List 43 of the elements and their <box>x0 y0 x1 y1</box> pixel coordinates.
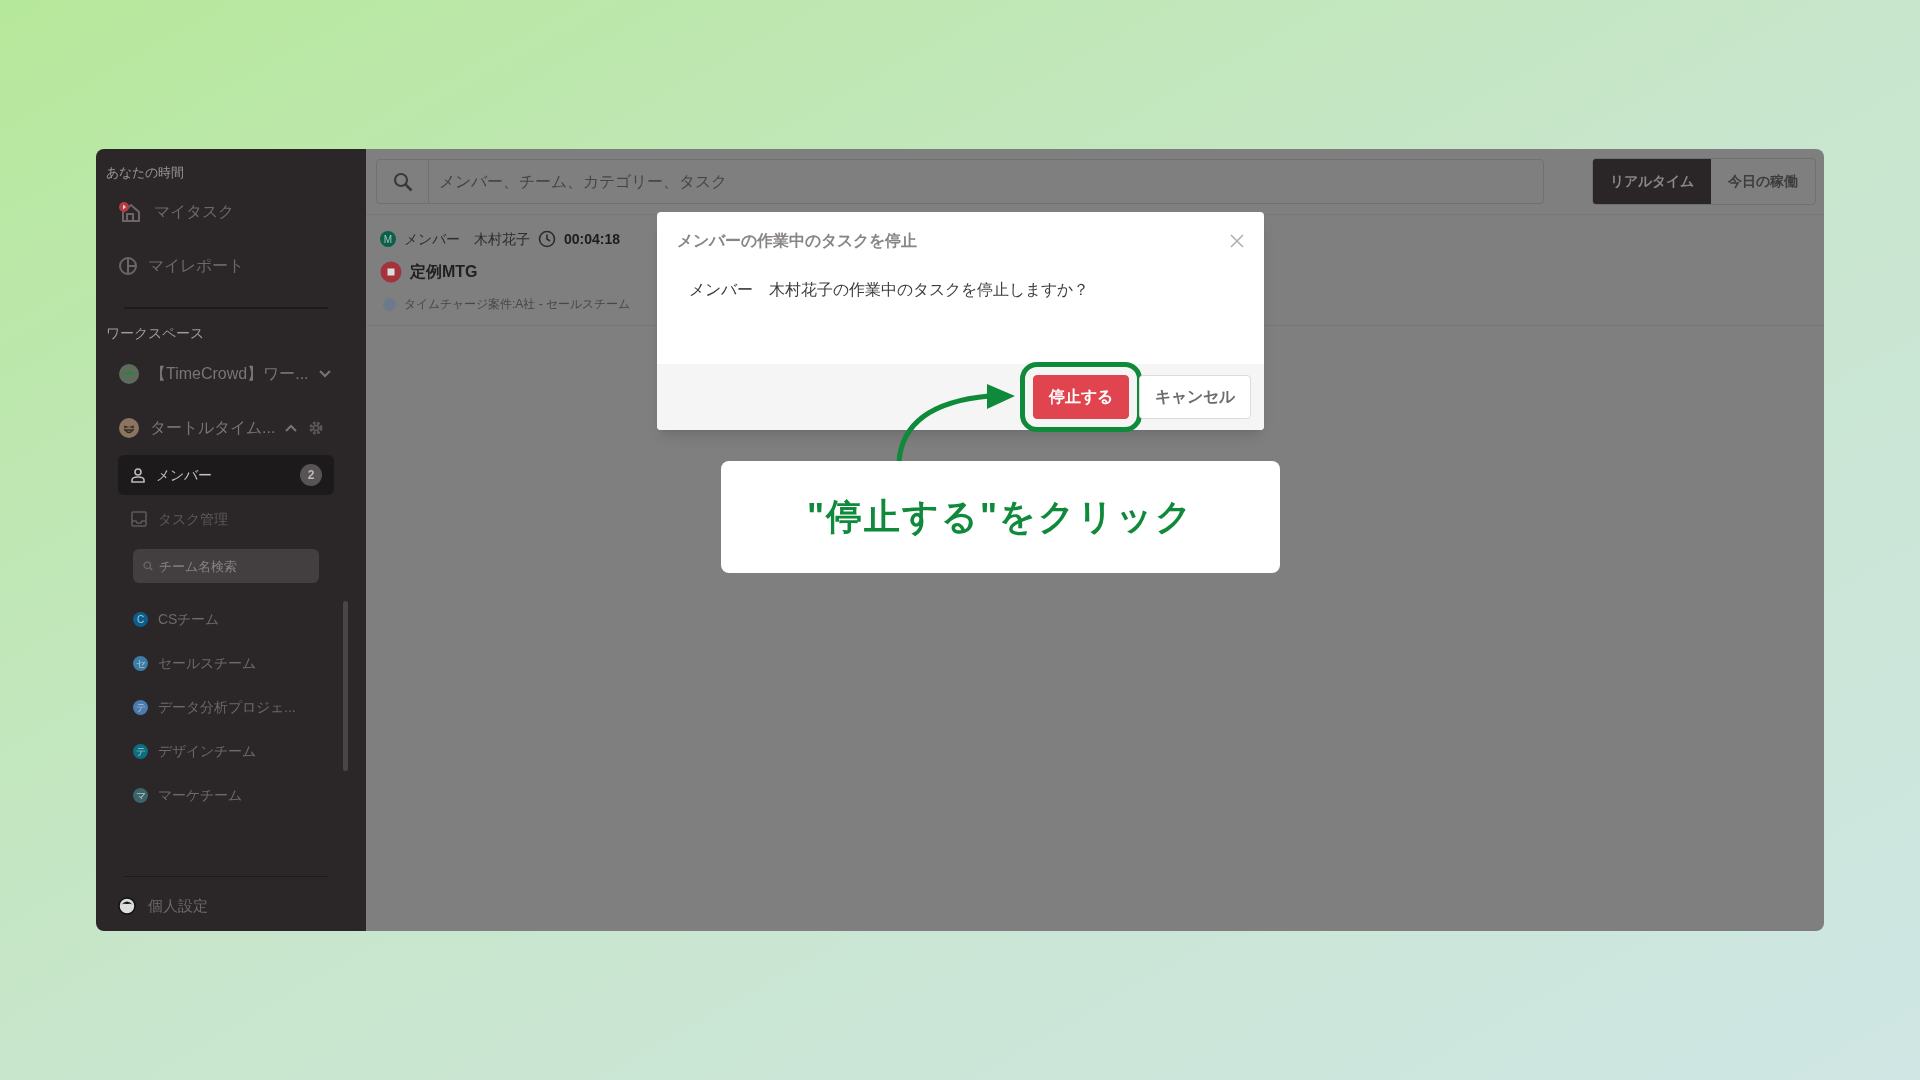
task-name: 定例MTG <box>410 262 478 282</box>
pie-chart-icon <box>118 256 138 276</box>
team-link[interactable]: C CSチーム <box>133 597 346 641</box>
callout-text: "停止する"をクリック <box>806 495 1195 539</box>
chevron-down-icon[interactable] <box>318 370 331 378</box>
nav-link[interactable]: マイレポート <box>106 239 346 293</box>
nav-link[interactable]: マイタスク <box>106 185 346 239</box>
scrollbar[interactable] <box>343 601 348 771</box>
inbox-icon <box>130 510 148 528</box>
search-icon <box>143 559 153 573</box>
team-avatar: セ <box>133 655 148 671</box>
team-link[interactable]: テ デザインチーム <box>133 729 346 773</box>
team-avatar: C <box>133 611 148 627</box>
dialog-message: メンバー 木村花子の作業中のタスクを停止しますか？ <box>689 280 1090 300</box>
section-title: あなたの時間 <box>106 164 185 182</box>
member-name: メンバー 木村花子 <box>404 229 530 249</box>
count-badge: 2 <box>300 464 322 486</box>
chevron-up-icon[interactable] <box>285 424 298 432</box>
team-avatar: マ <box>133 787 148 803</box>
cancel-button[interactable]: キャンセル <box>1139 375 1251 419</box>
personal-settings-link[interactable]: 個人設定 <box>106 891 346 921</box>
member-avatar: M <box>380 231 396 247</box>
user-avatar-icon <box>118 897 136 915</box>
clock-icon <box>538 230 556 248</box>
close-icon[interactable] <box>1230 234 1244 248</box>
menu-item[interactable]: メンバー 2 <box>118 455 334 495</box>
workspace-name[interactable]: 【TimeCrowd】ワー... <box>150 362 309 386</box>
workspace-avatar-icon <box>118 363 140 385</box>
search-icon <box>392 171 413 192</box>
view-tab[interactable]: リアルタイム <box>1593 159 1711 204</box>
smiley-avatar-icon <box>118 417 140 439</box>
dialog-title: メンバーの作業中のタスクを停止 <box>677 231 917 251</box>
view-tab[interactable]: 今日の稼働 <box>1711 159 1815 204</box>
person-icon <box>130 467 146 483</box>
team-link[interactable]: テ データ分析プロジェ... <box>133 685 346 729</box>
team-avatar: テ <box>133 699 148 715</box>
elapsed-time: 00:04:18 <box>564 229 621 249</box>
team-link[interactable]: セ セールスチーム <box>133 641 346 685</box>
workspace-name[interactable]: タートルタイム... <box>150 416 276 440</box>
team-link[interactable]: マ マーケチーム <box>133 773 346 817</box>
stop-icon[interactable] <box>380 261 402 283</box>
section-title: ワークスペース <box>106 324 205 343</box>
team-avatar: テ <box>133 743 148 759</box>
